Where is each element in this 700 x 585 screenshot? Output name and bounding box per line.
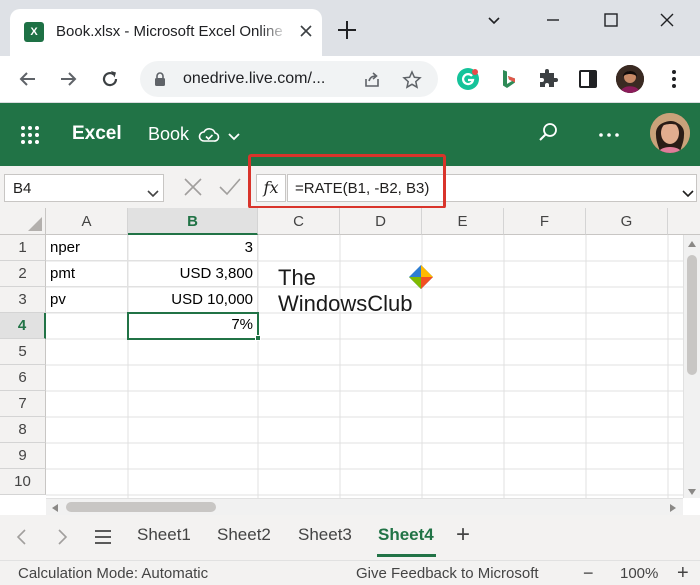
sheet-tab-sheet3[interactable]: Sheet3 <box>298 525 352 545</box>
sheet-tab-sheet4[interactable]: Sheet4 <box>378 525 434 545</box>
column-header-d[interactable]: D <box>340 208 422 235</box>
add-sheet-button[interactable]: + <box>456 521 470 549</box>
address-bar[interactable]: onedrive.live.com/... <box>140 61 438 97</box>
document-name[interactable]: Book <box>148 124 189 145</box>
app-launcher-icon[interactable] <box>20 125 40 145</box>
close-icon[interactable] <box>296 21 316 41</box>
formula-bar: B4 fx =RATE(B1, -B2, B3) <box>0 166 700 208</box>
tab-title: Book.xlsx - Microsoft Excel Online <box>56 23 283 40</box>
chevron-down-icon[interactable] <box>228 129 240 141</box>
column-header-f[interactable]: F <box>504 208 586 235</box>
maximize-icon[interactable] <box>601 10 621 30</box>
cell-b4[interactable]: 7% <box>127 312 259 340</box>
fill-handle[interactable] <box>255 335 261 341</box>
vertical-scroll-thumb[interactable] <box>687 255 697 375</box>
browser-tab-strip: X Book.xlsx - Microsoft Excel Online <box>0 0 700 56</box>
horizontal-scroll-thumb[interactable] <box>66 502 216 512</box>
chevron-down-icon[interactable] <box>682 185 694 198</box>
scroll-down-icon[interactable] <box>688 489 696 495</box>
cell-a3[interactable]: pv <box>46 287 128 313</box>
scroll-up-icon[interactable] <box>688 241 696 247</box>
row-header[interactable]: 4 <box>0 313 46 339</box>
scroll-left-icon[interactable] <box>52 504 58 512</box>
row-header[interactable]: 9 <box>0 443 46 469</box>
active-sheet-indicator <box>377 554 436 557</box>
back-arrow-icon[interactable] <box>16 67 40 91</box>
star-icon[interactable] <box>402 70 422 90</box>
row-header[interactable]: 3 <box>0 287 46 313</box>
window-close-icon[interactable] <box>657 10 677 30</box>
url-text[interactable]: onedrive.live.com/... <box>183 70 325 88</box>
chevron-down-icon[interactable] <box>147 185 159 198</box>
row-header[interactable]: 2 <box>0 261 46 287</box>
row-header[interactable]: 7 <box>0 391 46 417</box>
enter-check-icon[interactable] <box>218 176 242 198</box>
kebab-menu-icon[interactable] <box>662 67 686 91</box>
profile-avatar[interactable] <box>616 65 644 93</box>
grammarly-icon[interactable] <box>456 67 480 91</box>
vertical-scrollbar[interactable] <box>683 235 700 498</box>
cell-b3[interactable]: USD 10,000 <box>128 287 258 313</box>
excel-header: Excel Book <box>0 103 700 166</box>
scroll-right-icon[interactable] <box>670 504 676 512</box>
share-icon[interactable] <box>362 70 382 90</box>
name-box-value[interactable]: B4 <box>13 180 31 197</box>
name-box[interactable]: B4 <box>4 174 164 202</box>
excel-favicon-icon: X <box>24 22 44 42</box>
cell-a2[interactable]: pmt <box>46 261 128 287</box>
new-tab-plus-icon[interactable] <box>334 17 360 43</box>
column-header-g[interactable]: G <box>586 208 668 235</box>
formula-text[interactable]: =RATE(B1, -B2, B3) <box>295 180 429 197</box>
formula-input[interactable]: =RATE(B1, -B2, B3) <box>287 174 697 202</box>
user-avatar[interactable] <box>650 113 690 153</box>
zoom-out-button[interactable]: − <box>583 563 594 584</box>
sheet-tab-sheet2[interactable]: Sheet2 <box>217 525 271 545</box>
row-header[interactable]: 8 <box>0 417 46 443</box>
calculation-mode[interactable]: Calculation Mode: Automatic <box>18 565 208 582</box>
worksheet-grid: A B C D E F G 1 2 3 4 5 6 7 8 9 10 nper … <box>0 208 700 498</box>
search-icon[interactable] <box>537 121 559 143</box>
minimize-icon[interactable] <box>543 10 563 30</box>
prev-sheet-chevron-icon[interactable] <box>14 528 30 546</box>
sheet-tab-sheet1[interactable]: Sheet1 <box>137 525 191 545</box>
cloud-saved-icon[interactable] <box>198 125 220 145</box>
column-header-a[interactable]: A <box>46 208 128 235</box>
column-header-h[interactable] <box>668 208 700 235</box>
sheet-tab-bar: Sheet1 Sheet2 Sheet3 Sheet4 + <box>0 515 700 560</box>
insert-function-button[interactable]: fx <box>256 174 286 202</box>
all-sheets-menu-icon[interactable] <box>94 529 112 545</box>
horizontal-scrollbar[interactable] <box>46 498 683 515</box>
browser-tab[interactable]: X Book.xlsx - Microsoft Excel Online <box>10 9 322 56</box>
lock-icon[interactable] <box>152 71 168 87</box>
feedback-link[interactable]: Give Feedback to Microsoft <box>356 565 539 582</box>
app-name[interactable]: Excel <box>72 123 122 145</box>
row-header[interactable]: 6 <box>0 365 46 391</box>
status-bar: Calculation Mode: Automatic Give Feedbac… <box>0 560 700 585</box>
cell-b2[interactable]: USD 3,800 <box>128 261 258 287</box>
cancel-icon[interactable] <box>182 176 204 198</box>
cell-a1[interactable]: nper <box>46 235 128 261</box>
row-header[interactable]: 1 <box>0 235 46 261</box>
column-header-b[interactable]: B <box>128 208 258 235</box>
select-all-corner[interactable] <box>0 208 46 235</box>
zoom-in-button[interactable]: + <box>677 562 689 585</box>
bing-icon[interactable] <box>496 67 520 91</box>
zoom-level[interactable]: 100% <box>620 565 658 582</box>
column-header-c[interactable]: C <box>258 208 340 235</box>
select-all-triangle-icon <box>28 217 42 231</box>
row-header[interactable]: 10 <box>0 469 46 495</box>
cell-b1[interactable]: 3 <box>128 235 258 261</box>
puzzle-icon[interactable] <box>536 67 560 91</box>
column-header-e[interactable]: E <box>422 208 504 235</box>
forward-arrow-icon[interactable] <box>56 67 80 91</box>
next-sheet-chevron-icon[interactable] <box>54 528 70 546</box>
tab-search-chevron-icon[interactable] <box>484 10 504 30</box>
reload-icon[interactable] <box>98 67 122 91</box>
more-options-icon[interactable] <box>596 125 622 145</box>
side-panel-icon[interactable] <box>576 67 600 91</box>
row-header[interactable]: 5 <box>0 339 46 365</box>
